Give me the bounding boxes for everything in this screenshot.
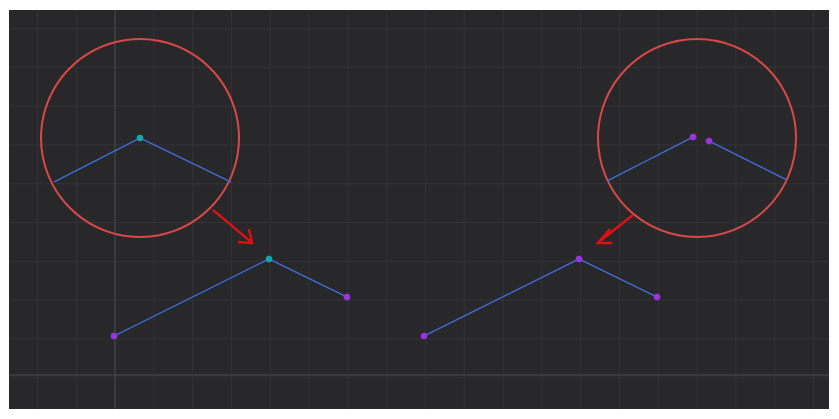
- viewport-canvas[interactable]: [9, 10, 829, 409]
- right-mesh: [420, 255, 661, 340]
- mesh-vertex[interactable]: [420, 332, 428, 340]
- grid: [9, 10, 829, 409]
- left-arrow-icon: [212, 209, 254, 245]
- mesh-edge-long: [113, 258, 270, 337]
- zoom-vertex[interactable]: [705, 137, 713, 145]
- mesh-edge-short: [268, 258, 348, 298]
- left-example: [40, 38, 351, 340]
- left-mesh: [110, 255, 351, 340]
- right-arrow-icon: [595, 214, 634, 245]
- zoom-vertex-selected[interactable]: [136, 134, 144, 142]
- viewport-frame[interactable]: [9, 10, 829, 409]
- mesh-edge-long: [423, 258, 580, 337]
- mesh-vertex[interactable]: [575, 255, 583, 263]
- zoom-vertex[interactable]: [689, 133, 697, 141]
- left-zoom-callout: [40, 38, 240, 238]
- mesh-vertex-selected[interactable]: [265, 255, 273, 263]
- mesh-vertex[interactable]: [653, 293, 661, 301]
- mesh-vertex[interactable]: [110, 332, 118, 340]
- mesh-vertex[interactable]: [343, 293, 351, 301]
- right-example: [420, 38, 797, 340]
- mesh-edge-short: [578, 258, 658, 298]
- zoom-edge-right: [708, 140, 788, 181]
